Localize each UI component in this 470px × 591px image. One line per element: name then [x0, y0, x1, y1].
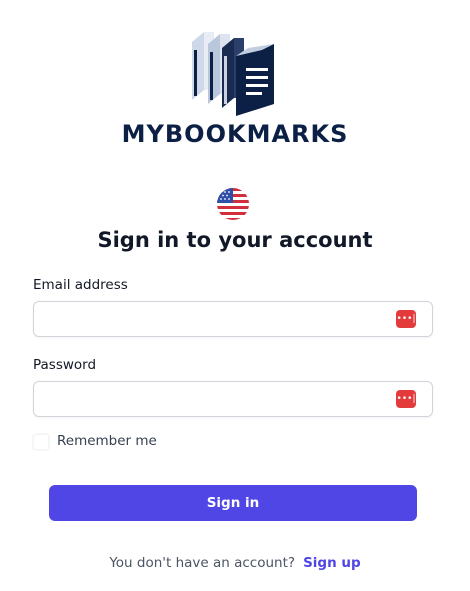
remember-me-checkbox[interactable] [33, 434, 49, 450]
signup-prompt-text: You don't have an account? [109, 555, 296, 571]
password-field[interactable] [34, 382, 394, 414]
password-manager-icon[interactable]: •••| [396, 390, 416, 408]
bookshelf-logo [192, 32, 274, 116]
email-field-wrapper: •••| [33, 301, 433, 337]
sign-up-link[interactable]: Sign up [303, 555, 361, 571]
password-label: Password [33, 357, 97, 373]
email-label: Email address [33, 277, 128, 293]
remember-me-label[interactable]: Remember me [57, 433, 157, 449]
us-flag-icon[interactable] [217, 188, 249, 220]
email-field[interactable] [34, 302, 394, 334]
brand-name: MYBOOKMARKS [121, 120, 349, 148]
sign-in-page: MYBOOKMARKS Sign in to your account Emai… [0, 0, 470, 591]
password-field-wrapper: •••| [33, 381, 433, 417]
password-manager-icon[interactable]: •••| [396, 310, 416, 328]
page-title: Sign in to your account [97, 228, 373, 252]
sign-in-button[interactable]: Sign in [49, 485, 417, 521]
signup-prompt: You don't have an account? Sign up [0, 555, 470, 571]
